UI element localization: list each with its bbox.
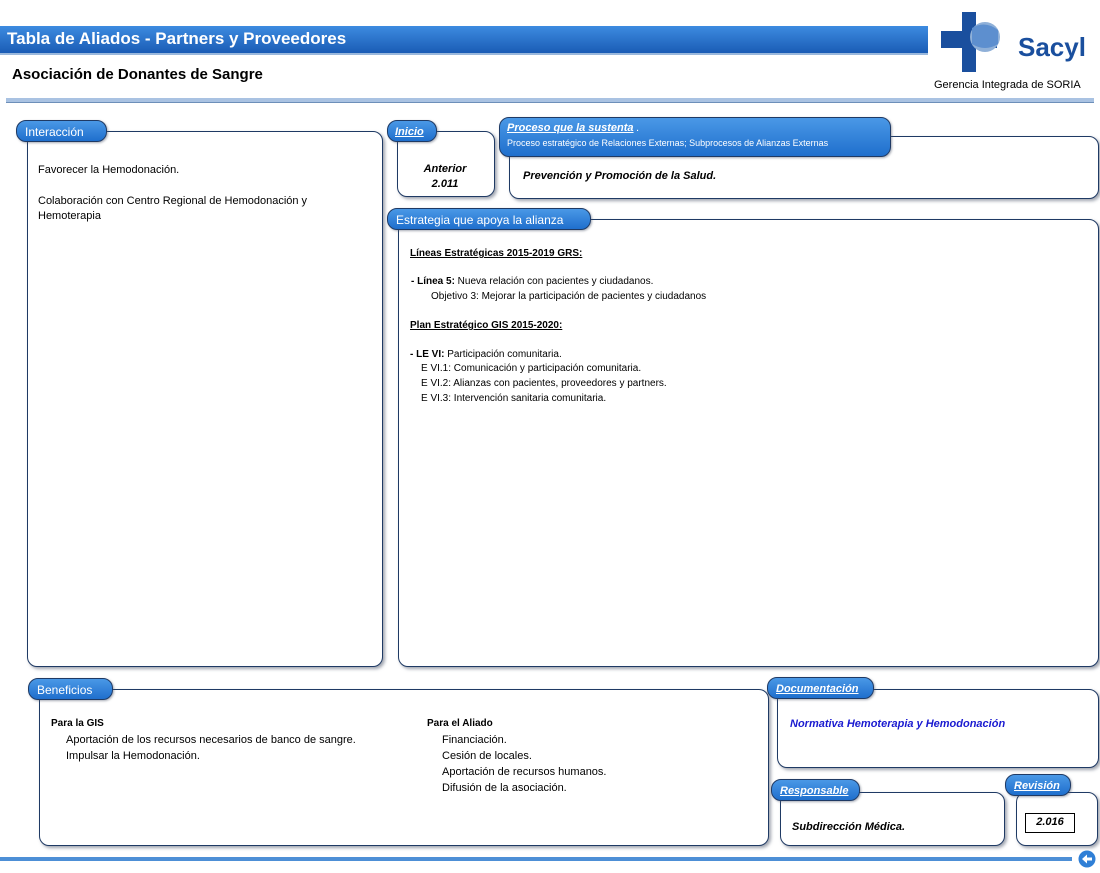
inicio-value-line2: 2.011 <box>431 178 459 190</box>
aliado-item: Aportación de recursos humanos. <box>442 766 607 778</box>
proceso-label-suffix: . <box>636 122 640 134</box>
aliado-item: Financiación. <box>442 734 507 746</box>
estrategia-item: E VI.1: Comunicación y participación com… <box>421 363 642 374</box>
plan-heading: Plan Estratégico GIS 2015-2020: <box>410 320 563 331</box>
objetivo-text: Objetivo 3: Mejorar la participación de … <box>431 291 707 302</box>
estrategia-item: E VI.2: Alianzas con pacientes, proveedo… <box>421 378 667 389</box>
gis-heading: Para la GIS <box>51 718 104 729</box>
estrategia-label: Estrategia que apoya la alianza <box>387 208 591 230</box>
gis-item: Aportación de los recursos necesarios de… <box>66 734 356 746</box>
sacyl-logo: Sacyl <box>938 6 1098 76</box>
footer-line <box>0 857 1072 861</box>
documentacion-label[interactable]: Documentación <box>767 677 874 699</box>
levi-text: Participación comunitaria. <box>444 349 562 360</box>
page-title: Tabla de Aliados - Partners y Proveedore… <box>7 29 347 48</box>
estrategia-item: E VI.3: Intervención sanitaria comunitar… <box>421 393 607 404</box>
beneficios-label: Beneficios <box>28 678 113 700</box>
title-bar: Tabla de Aliados - Partners y Proveedore… <box>0 26 928 55</box>
responsable-label[interactable]: Responsable <box>771 779 860 801</box>
inicio-label[interactable]: Inicio <box>387 120 437 142</box>
linea5-bold: - Línea 5: <box>411 276 455 287</box>
linea5-text: Nueva relación con pacientes y ciudadano… <box>454 276 654 287</box>
logo-text: Sacyl <box>1018 32 1086 62</box>
proceso-label-pill: Proceso que la sustenta . Proceso estrat… <box>499 117 891 157</box>
revision-value-box: 2.016 <box>1025 813 1075 833</box>
documentacion-value[interactable]: Normativa Hemoterapia y Hemodonación <box>790 717 1005 732</box>
proceso-label[interactable]: Proceso que la sustenta <box>507 122 634 134</box>
levi-bold: - LE VI: <box>410 349 445 360</box>
gerencia-label: Gerencia Integrada de SORIA <box>934 79 1081 91</box>
aliado-heading: Para el Aliado <box>427 718 493 729</box>
lineas-heading: Líneas Estratégicas 2015-2019 GRS: <box>410 248 583 259</box>
gis-item: Impulsar la Hemodonación. <box>66 750 200 762</box>
header-divider <box>6 98 1094 103</box>
page-subtitle: Asociación de Donantes de Sangre <box>12 66 263 83</box>
back-arrow-icon[interactable] <box>1078 850 1096 868</box>
levi-row: - LE VI: Participación comunitaria. <box>410 348 562 362</box>
interaccion-label: Interacción <box>16 120 107 142</box>
revision-value: 2.016 <box>1036 816 1064 828</box>
proceso-value: Prevención y Promoción de la Salud. <box>523 170 717 182</box>
responsable-value: Subdirección Médica. <box>792 821 906 833</box>
beneficios-panel <box>39 689 769 846</box>
interaccion-item: Favorecer la Hemodonación. <box>38 164 180 176</box>
aliado-item: Cesión de locales. <box>442 750 532 762</box>
interaccion-item: Hemoterapia <box>38 210 101 222</box>
interaccion-item: Colaboración con Centro Regional de Hemo… <box>38 195 308 207</box>
proceso-subtitle: Proceso estratégico de Relaciones Extern… <box>507 138 829 148</box>
linea5-row: - Línea 5: Nueva relación con pacientes … <box>411 275 653 289</box>
aliado-item: Difusión de la asociación. <box>442 782 567 794</box>
revision-label[interactable]: Revisión <box>1005 774 1071 796</box>
inicio-value-line1: Anterior <box>423 163 467 175</box>
